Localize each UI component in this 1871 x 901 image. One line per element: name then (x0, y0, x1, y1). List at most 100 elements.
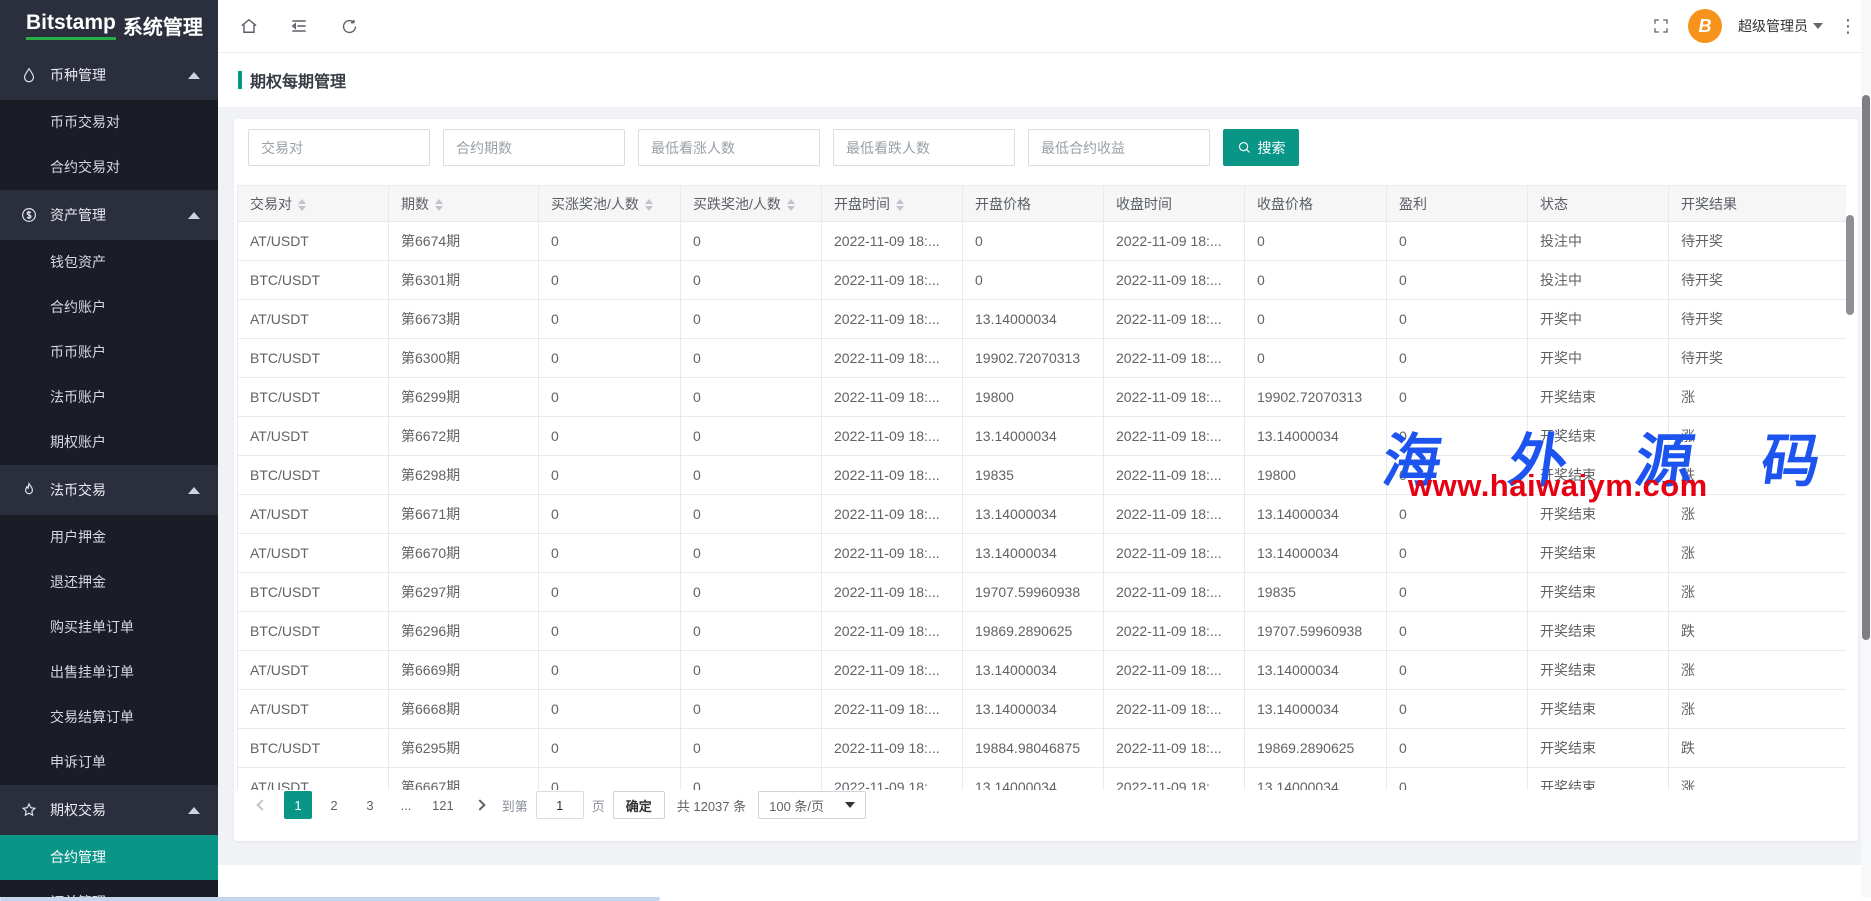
filter-input[interactable] (638, 129, 820, 166)
column-header[interactable]: 收盘价格 (1245, 186, 1387, 222)
sidebar-item[interactable]: 钱包资产 (0, 240, 218, 285)
page-number-button[interactable]: 121 (428, 791, 458, 819)
sort-icon[interactable] (645, 199, 653, 211)
sidebar-section-header[interactable]: 资产管理 (0, 190, 218, 240)
table-row[interactable]: AT/USDT第6670期002022-11-09 18:...13.14000… (238, 534, 1847, 573)
table-cell: BTC/USDT (238, 456, 389, 495)
table-row[interactable]: AT/USDT第6669期002022-11-09 18:...13.14000… (238, 651, 1847, 690)
sidebar-item[interactable]: 合约交易对 (0, 145, 218, 190)
table-row[interactable]: BTC/USDT第6295期002022-11-09 18:...19884.9… (238, 729, 1847, 768)
table-cell: 2022-11-09 18:... (822, 261, 963, 300)
table-cell: 2022-11-09 18:... (1104, 612, 1245, 651)
sidebar-section-header[interactable]: 法币交易 (0, 465, 218, 515)
table-row[interactable]: BTC/USDT第6301期002022-11-09 18:...02022-1… (238, 261, 1847, 300)
search-button[interactable]: 搜索 (1223, 129, 1299, 166)
table-row[interactable]: AT/USDT第6674期002022-11-09 18:...02022-11… (238, 222, 1847, 261)
table-row[interactable]: BTC/USDT第6297期002022-11-09 18:...19707.5… (238, 573, 1847, 612)
table-cell: 2022-11-09 18:... (1104, 768, 1245, 791)
sidebar-item[interactable]: 出售挂单订单 (0, 650, 218, 695)
table-row[interactable]: BTC/USDT第6300期002022-11-09 18:...19902.7… (238, 339, 1847, 378)
sidebar-item[interactable]: 币币交易对 (0, 100, 218, 145)
user-menu[interactable]: 超级管理员 (1738, 16, 1823, 36)
sort-icon[interactable] (787, 199, 795, 211)
page-scrollbar-thumb[interactable] (1862, 95, 1870, 640)
horizontal-scrollbar-thumb[interactable] (0, 897, 660, 901)
total-count-label: 共 12037 条 (677, 796, 746, 815)
sidebar-item[interactable]: 用户押金 (0, 515, 218, 560)
home-icon[interactable] (238, 15, 260, 37)
column-header[interactable]: 开盘价格 (963, 186, 1104, 222)
table-row[interactable]: AT/USDT第6667期002022-11-09 18:...13.14000… (238, 768, 1847, 791)
sort-icon[interactable] (896, 199, 904, 211)
table-cell: 0 (1245, 222, 1387, 261)
sidebar-item[interactable]: 法币账户 (0, 375, 218, 420)
page-number-button[interactable]: 1 (284, 791, 312, 819)
column-header[interactable]: 开奖结果 (1669, 186, 1847, 222)
page-number-button[interactable]: 3 (356, 791, 384, 819)
sidebar-section-header[interactable]: 期权交易 (0, 785, 218, 835)
prev-page-button[interactable] (248, 791, 276, 819)
sidebar-item[interactable]: 期权账户 (0, 420, 218, 465)
table-cell: 19902.72070313 (1245, 378, 1387, 417)
column-header[interactable]: 状态 (1528, 186, 1669, 222)
table-cell: 0 (1387, 417, 1528, 456)
table-cell: 投注中 (1528, 222, 1669, 261)
table-cell: BTC/USDT (238, 339, 389, 378)
table-cell: 0 (539, 534, 681, 573)
table-cell: 涨 (1669, 573, 1847, 612)
column-header[interactable]: 收盘时间 (1104, 186, 1245, 222)
table-cell: AT/USDT (238, 534, 389, 573)
filter-input[interactable] (248, 129, 430, 166)
column-header[interactable]: 期数 (389, 186, 539, 222)
sidebar-section-header[interactable]: 币种管理 (0, 50, 218, 100)
table-cell: 跌 (1669, 729, 1847, 768)
sidebar-item[interactable]: 交易结算订单 (0, 695, 218, 740)
sort-icon[interactable] (435, 199, 443, 211)
column-header[interactable]: 盈利 (1387, 186, 1528, 222)
table-row[interactable]: BTC/USDT第6299期002022-11-09 18:...1980020… (238, 378, 1847, 417)
sidebar-item[interactable]: 申诉订单 (0, 740, 218, 785)
table-cell: 2022-11-09 18:... (1104, 573, 1245, 612)
column-header[interactable]: 交易对 (238, 186, 389, 222)
table-row[interactable]: AT/USDT第6672期002022-11-09 18:...13.14000… (238, 417, 1847, 456)
confirm-page-button[interactable]: 确定 (613, 791, 665, 819)
table-row[interactable]: AT/USDT第6671期002022-11-09 18:...13.14000… (238, 495, 1847, 534)
filter-input[interactable] (1028, 129, 1210, 166)
sort-icon[interactable] (298, 199, 306, 211)
page-size-select[interactable]: 100 条/页 (758, 791, 866, 819)
column-header[interactable]: 买跌奖池/人数 (681, 186, 822, 222)
sidebar-item[interactable]: 退还押金 (0, 560, 218, 605)
table-scrollbar[interactable] (1846, 215, 1854, 315)
table-cell: 0 (681, 339, 822, 378)
table-cell: 2022-11-09 18:... (822, 729, 963, 768)
sidebar-menu: 币种管理币币交易对合约交易对资产管理钱包资产合约账户币币账户法币账户期权账户法币… (0, 50, 218, 897)
fold-menu-icon[interactable] (288, 15, 310, 37)
user-avatar-bitcoin-icon[interactable]: B (1688, 9, 1722, 43)
goto-page-input[interactable] (536, 791, 584, 819)
fullscreen-icon[interactable] (1650, 15, 1672, 37)
filter-input[interactable] (833, 129, 1015, 166)
sidebar-item[interactable]: 币币账户 (0, 330, 218, 375)
horizontal-scrollbar[interactable] (0, 897, 1871, 901)
sidebar-item[interactable]: 合约管理 (0, 835, 218, 880)
sidebar-item[interactable]: 合约账户 (0, 285, 218, 330)
more-menu-icon[interactable]: ⋮ (1839, 17, 1857, 35)
table-row[interactable]: BTC/USDT第6298期002022-11-09 18:...1983520… (238, 456, 1847, 495)
column-header[interactable]: 开盘时间 (822, 186, 963, 222)
page-number-button[interactable]: 2 (320, 791, 348, 819)
page-scrollbar[interactable] (1861, 0, 1871, 901)
refresh-icon[interactable] (338, 15, 360, 37)
column-header[interactable]: 买涨奖池/人数 (539, 186, 681, 222)
table-row[interactable]: BTC/USDT第6296期002022-11-09 18:...19869.2… (238, 612, 1847, 651)
table-row[interactable]: AT/USDT第6673期002022-11-09 18:...13.14000… (238, 300, 1847, 339)
sidebar-item[interactable]: 购买挂单订单 (0, 605, 218, 650)
next-page-button[interactable] (466, 791, 494, 819)
table-cell: 0 (1387, 495, 1528, 534)
sidebar-item[interactable]: 订单管理 (0, 880, 218, 897)
table-cell: BTC/USDT (238, 612, 389, 651)
filter-input[interactable] (443, 129, 625, 166)
column-header-label: 开盘价格 (975, 196, 1031, 212)
table-cell: AT/USDT (238, 222, 389, 261)
table-cell: 0 (1387, 222, 1528, 261)
table-row[interactable]: AT/USDT第6668期002022-11-09 18:...13.14000… (238, 690, 1847, 729)
